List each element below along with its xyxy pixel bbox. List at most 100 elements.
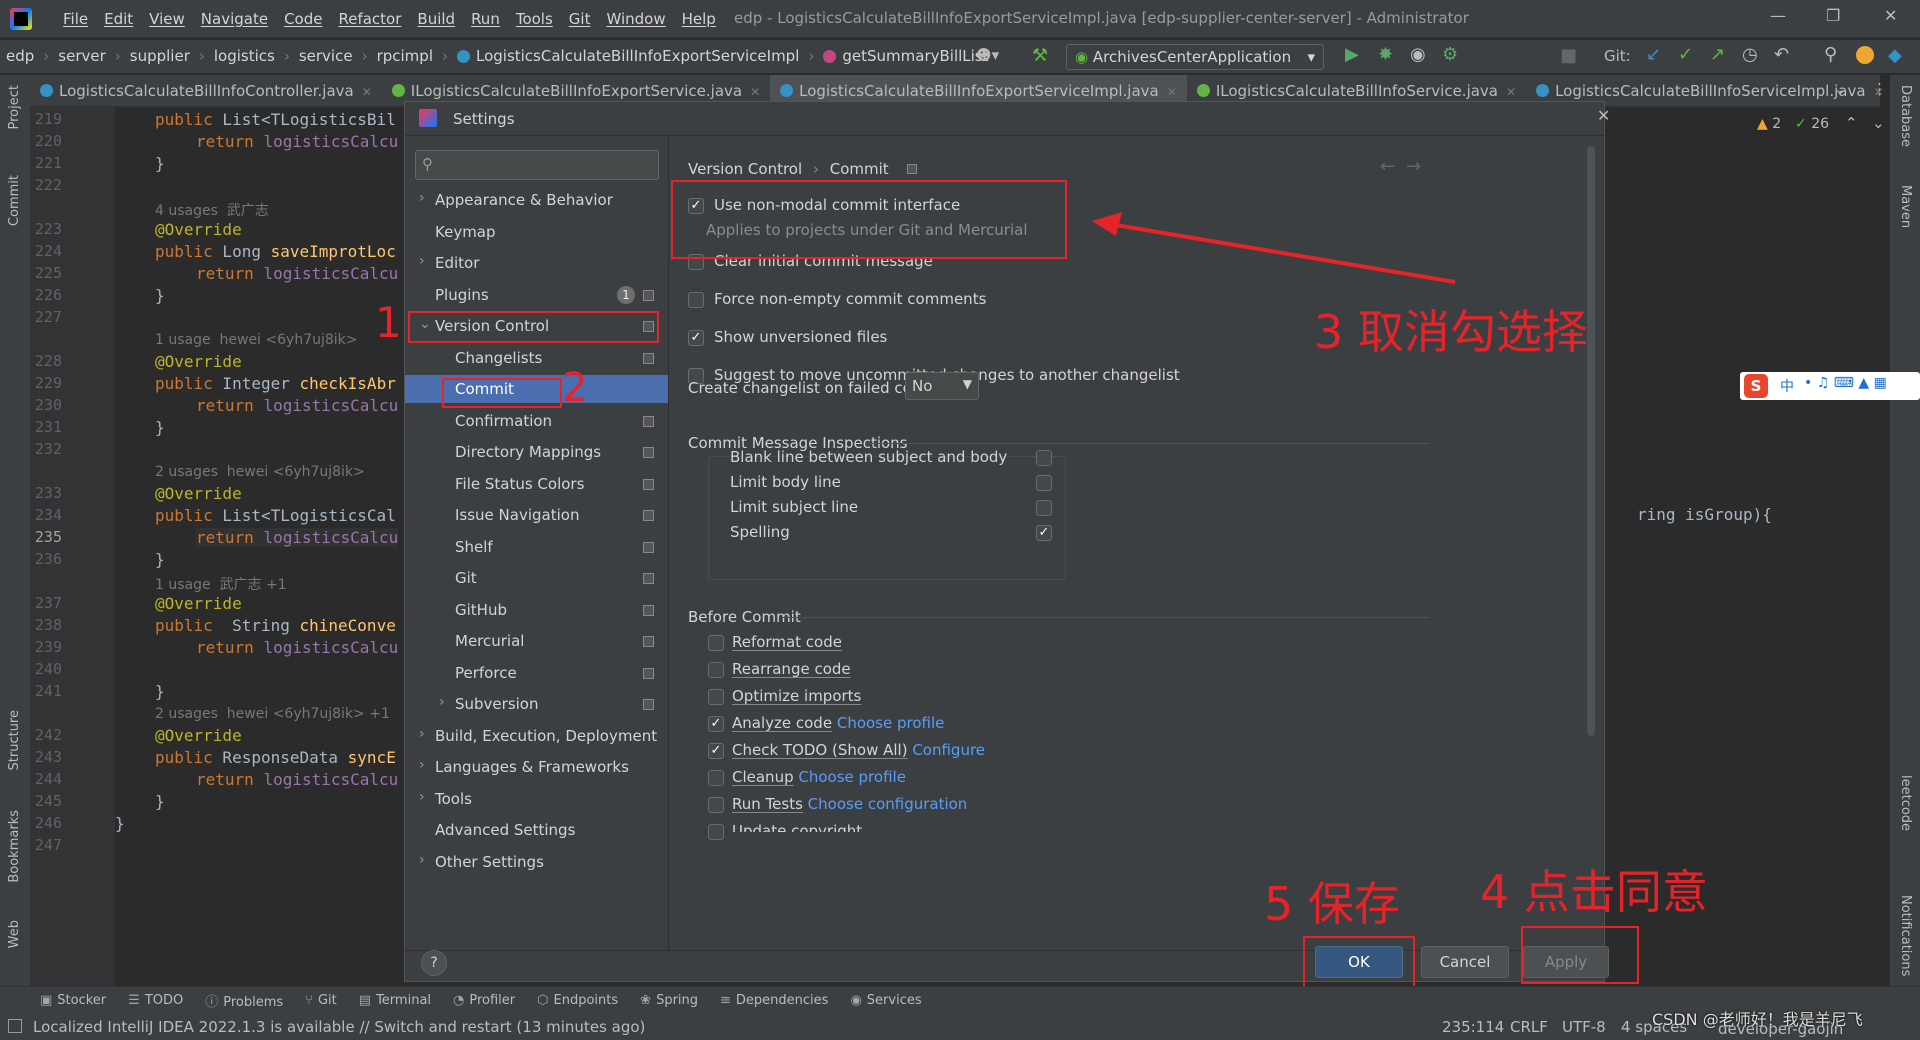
search-icon[interactable]: ⚲ <box>1824 44 1837 65</box>
inspection-checkbox[interactable]: ✓ <box>1036 525 1052 541</box>
close-icon[interactable]: ✕ <box>1884 6 1897 25</box>
chevron-right-icon[interactable]: › <box>419 789 425 805</box>
tool-leetcode[interactable]: leetcode <box>1898 775 1913 831</box>
before-commit-label[interactable]: Run Tests Choose configuration <box>732 795 967 813</box>
chevron-right-icon[interactable]: › <box>419 190 425 206</box>
menu-tools[interactable]: Tools <box>508 8 561 30</box>
content-scrollbar[interactable] <box>1587 146 1595 736</box>
menu-edit[interactable]: Edit <box>96 8 141 30</box>
tool-commit[interactable]: Commit <box>7 175 22 226</box>
maximize-icon[interactable]: ❐ <box>1826 6 1840 25</box>
settings-tree-languages-frameworks[interactable]: Languages & Frameworks <box>435 753 629 781</box>
breadcrumb-item[interactable]: edp <box>6 47 34 65</box>
tool-profiler[interactable]: ◔ Profiler <box>453 993 515 1008</box>
status-square-icon[interactable] <box>8 1019 22 1033</box>
configure-link[interactable]: Choose configuration <box>808 795 968 813</box>
ime-mode[interactable]: 中 <box>1780 376 1794 396</box>
settings-tree-tools[interactable]: Tools <box>435 785 472 813</box>
chevron-right-icon[interactable]: › <box>419 852 425 868</box>
settings-tree-file-status-colors[interactable]: File Status Colors <box>455 470 584 498</box>
usage-hint[interactable]: 4 usages 武广志 <box>155 200 269 220</box>
run-icon[interactable]: ▶ <box>1345 44 1359 65</box>
before-commit-checkbox[interactable] <box>708 797 724 813</box>
breadcrumb-item[interactable]: service <box>299 47 353 65</box>
before-commit-checkbox[interactable] <box>708 770 724 786</box>
inspection-checkbox[interactable] <box>1036 450 1052 466</box>
breadcrumb-item[interactable]: logistics <box>214 47 275 65</box>
before-commit-checkbox[interactable] <box>708 689 724 705</box>
breadcrumb-item[interactable]: supplier <box>130 47 190 65</box>
settings-tree-other-settings[interactable]: Other Settings <box>435 848 544 876</box>
breadcrumb-item[interactable]: server <box>58 47 105 65</box>
chevron-right-icon[interactable]: › <box>419 757 425 773</box>
tab-close-icon[interactable]: ✕ <box>750 85 760 99</box>
tool-problems[interactable]: ⓘ Problems <box>205 991 283 1010</box>
settings-tree-confirmation[interactable]: Confirmation <box>455 407 552 435</box>
menu-run[interactable]: Run <box>463 8 508 30</box>
menu-navigate[interactable]: Navigate <box>193 8 276 30</box>
tabs-dropdown-icon[interactable]: ⌄ <box>1834 80 1847 98</box>
tool-endpoints[interactable]: ⬡ Endpoints <box>537 993 618 1008</box>
before-commit-checkbox[interactable] <box>708 635 724 651</box>
back-icon[interactable]: ← <box>1380 156 1395 177</box>
settings-tree-issue-navigation[interactable]: Issue Navigation <box>455 501 579 529</box>
tool-spring[interactable]: ❀ Spring <box>640 993 698 1008</box>
menu-git[interactable]: Git <box>561 8 599 30</box>
scroll-up-icon[interactable]: ⌃ <box>1845 114 1858 132</box>
tab-close-icon[interactable]: ✕ <box>1167 85 1177 99</box>
menu-code[interactable]: Code <box>276 8 330 30</box>
history-icon[interactable]: ◷ <box>1742 44 1758 65</box>
settings-tree-changelists[interactable]: Changelists <box>455 344 542 372</box>
breadcrumb-item[interactable]: rpcimpl <box>377 47 433 65</box>
tool-web[interactable]: Web <box>7 920 22 948</box>
tool-dependencies[interactable]: ≡ Dependencies <box>720 993 828 1008</box>
checkbox[interactable] <box>688 292 704 308</box>
settings-tree-plugins[interactable]: Plugins <box>435 281 489 309</box>
breadcrumb-item[interactable]: Version Control <box>688 160 802 178</box>
option-label[interactable]: Force non-empty commit comments <box>714 290 986 308</box>
usage-hint[interactable]: 2 usages hewei <6yh7uj8ik> +1 <box>155 706 390 722</box>
line-separator[interactable]: CRLF <box>1510 1018 1548 1036</box>
git-update-icon[interactable]: ↙ <box>1646 44 1661 65</box>
menu-build[interactable]: Build <box>409 8 463 30</box>
git-commit-icon[interactable]: ✓ <box>1678 44 1693 65</box>
forward-icon[interactable]: → <box>1406 156 1421 177</box>
menu-file[interactable]: File <box>55 8 96 30</box>
inspection-checkbox[interactable] <box>1036 500 1052 516</box>
before-commit-label[interactable]: Update copyright <box>732 822 862 832</box>
warning-icon[interactable]: ▲ 2 <box>1757 116 1781 132</box>
editor-tab[interactable]: LogisticsCalculateBillInfoController.jav… <box>30 75 382 107</box>
tool-notifications[interactable]: Notifications <box>1898 895 1913 976</box>
usage-hint[interactable]: 1 usage 武广志 +1 <box>155 574 287 594</box>
menu-window[interactable]: Window <box>598 8 673 30</box>
settings-tree-directory-mappings[interactable]: Directory Mappings <box>455 438 601 466</box>
tab-close-icon[interactable]: ✕ <box>362 85 372 99</box>
before-commit-label[interactable]: Cleanup Choose profile <box>732 768 906 786</box>
dialog-close-icon[interactable]: ✕ <box>1597 106 1610 125</box>
chevron-right-icon[interactable]: › <box>419 253 425 269</box>
settings-tree-build-execution-deployment[interactable]: Build, Execution, Deployment <box>435 722 657 750</box>
settings-tree-subversion[interactable]: Subversion <box>455 690 539 718</box>
tool-project[interactable]: Project <box>7 85 22 129</box>
tool-services[interactable]: ◉ Services <box>850 993 921 1008</box>
configure-link[interactable]: Configure <box>912 741 985 759</box>
settings-tree-shelf[interactable]: Shelf <box>455 533 493 561</box>
caret-position[interactable]: 235:114 <box>1442 1018 1504 1036</box>
more-icon[interactable]: ⋮ <box>1872 80 1887 98</box>
tool-git[interactable]: ⑂ Git <box>305 993 337 1008</box>
chevron-right-icon[interactable]: › <box>439 694 445 710</box>
breadcrumb-item[interactable]: getSummaryBillList <box>842 47 988 65</box>
tool-structure[interactable]: Structure <box>7 710 22 770</box>
before-commit-label[interactable]: Rearrange code <box>732 660 851 678</box>
settings-tree-perforce[interactable]: Perforce <box>455 659 517 687</box>
tool-bookmarks[interactable]: Bookmarks <box>7 810 22 883</box>
tool-maven[interactable]: Maven <box>1898 185 1913 228</box>
user-icon[interactable]: ☻▾ <box>976 46 999 64</box>
tool-terminal[interactable]: ▤ Terminal <box>359 993 431 1008</box>
profile-icon[interactable]: ⚙ <box>1442 44 1458 65</box>
update-icon[interactable] <box>1856 46 1874 64</box>
run-configuration-select[interactable]: ◉ ArchivesCenterApplication ▾ <box>1066 44 1324 70</box>
option-label[interactable]: Show unversioned files <box>714 328 887 346</box>
settings-tree-appearance-behavior[interactable]: Appearance & Behavior <box>435 186 613 214</box>
settings-tree-github[interactable]: GitHub <box>455 596 507 624</box>
